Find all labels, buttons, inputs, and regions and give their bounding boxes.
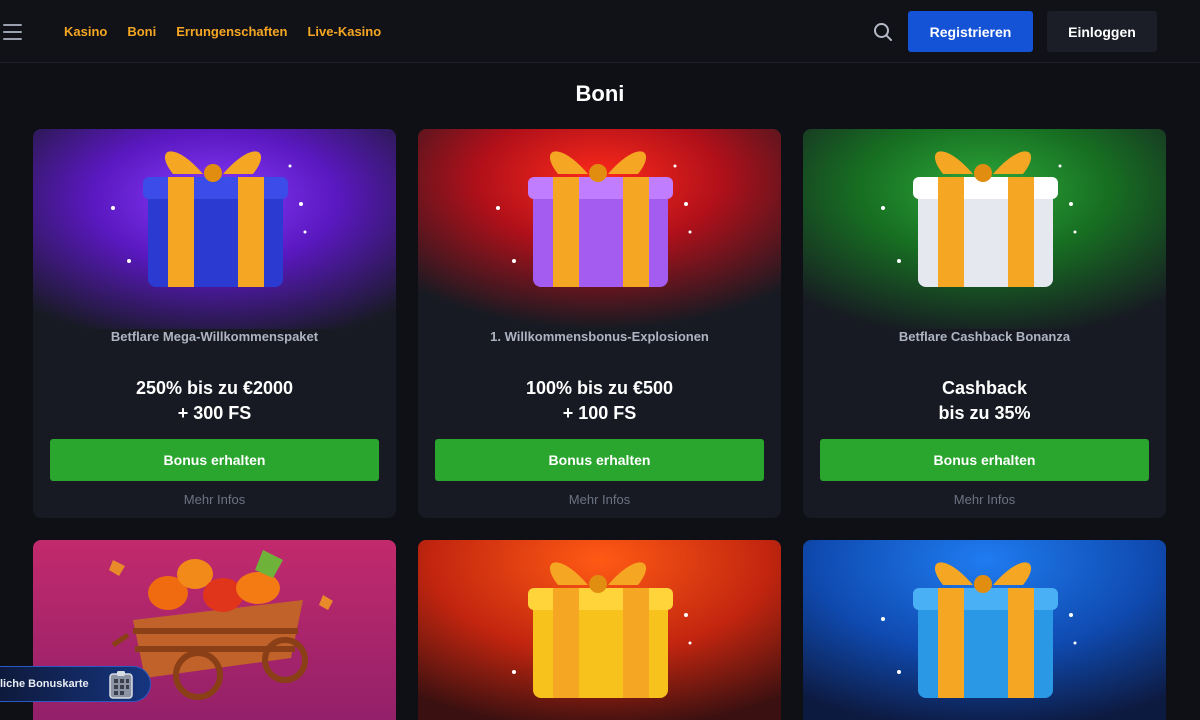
- top-header: Kasino Boni Errungenschaften Live-Kasino…: [0, 0, 1200, 63]
- nav-boni[interactable]: Boni: [127, 24, 156, 40]
- offer-line-1: Cashback: [941, 378, 1028, 398]
- register-button[interactable]: Registrieren: [908, 11, 1033, 52]
- get-bonus-button[interactable]: Bonus erhalten: [820, 439, 1149, 481]
- get-bonus-button[interactable]: Bonus erhalten: [50, 439, 379, 481]
- offer-line-1: 250% bis zu €2000: [135, 378, 294, 398]
- main-nav: Kasino Boni Errungenschaften Live-Kasino: [64, 24, 381, 40]
- bonus-card-icon: [107, 670, 135, 700]
- gift-icon: [803, 129, 1166, 329]
- bonus-card: [803, 540, 1166, 720]
- bonus-card: Betflare Cashback Bonanza Cashback bis z…: [803, 129, 1166, 518]
- bonus-offer: 250% bis zu €2000 + 300 FS: [33, 376, 396, 426]
- bonus-subtitle: Betflare Cashback Bonanza: [898, 329, 1071, 344]
- bonus-card: 1. Willkommensbonus-Explosionen 100% bis…: [418, 129, 781, 518]
- gift-icon: [803, 540, 1166, 720]
- gift-icon: [418, 129, 781, 329]
- nav-errungenschaften[interactable]: Errungenschaften: [176, 24, 287, 40]
- bonus-card: [418, 540, 781, 720]
- nav-live-kasino[interactable]: Live-Kasino: [307, 24, 381, 40]
- gift-icon: [418, 540, 781, 720]
- bonus-card-label: liche Bonuskarte: [0, 678, 89, 690]
- hamburger-menu-icon[interactable]: [3, 24, 22, 40]
- page-title: Boni: [575, 81, 625, 106]
- offer-line-1: 100% bis zu €500: [525, 378, 674, 398]
- login-button[interactable]: Einloggen: [1047, 11, 1157, 52]
- offer-line-2: + 300 FS: [177, 403, 252, 423]
- more-info-link[interactable]: Mehr Infos: [33, 492, 396, 507]
- bonus-subtitle: Betflare Mega-Willkommenspaket: [110, 329, 319, 344]
- gift-icon: [33, 129, 396, 329]
- bonus-offer: 100% bis zu €500 + 100 FS: [418, 376, 781, 426]
- bonus-card: Betflare Mega-Willkommenspaket 250% bis …: [33, 129, 396, 518]
- more-info-link[interactable]: Mehr Infos: [803, 492, 1166, 507]
- get-bonus-button[interactable]: Bonus erhalten: [435, 439, 764, 481]
- offer-line-2: bis zu 35%: [938, 403, 1031, 423]
- more-info-link[interactable]: Mehr Infos: [418, 492, 781, 507]
- bonus-offer: Cashback bis zu 35%: [803, 376, 1166, 426]
- bonus-subtitle: 1. Willkommensbonus-Explosionen: [490, 329, 709, 344]
- search-icon[interactable]: [872, 21, 894, 43]
- offer-line-2: + 100 FS: [562, 403, 637, 423]
- nav-kasino[interactable]: Kasino: [64, 24, 107, 40]
- daily-bonus-card-button[interactable]: liche Bonuskarte: [0, 666, 151, 702]
